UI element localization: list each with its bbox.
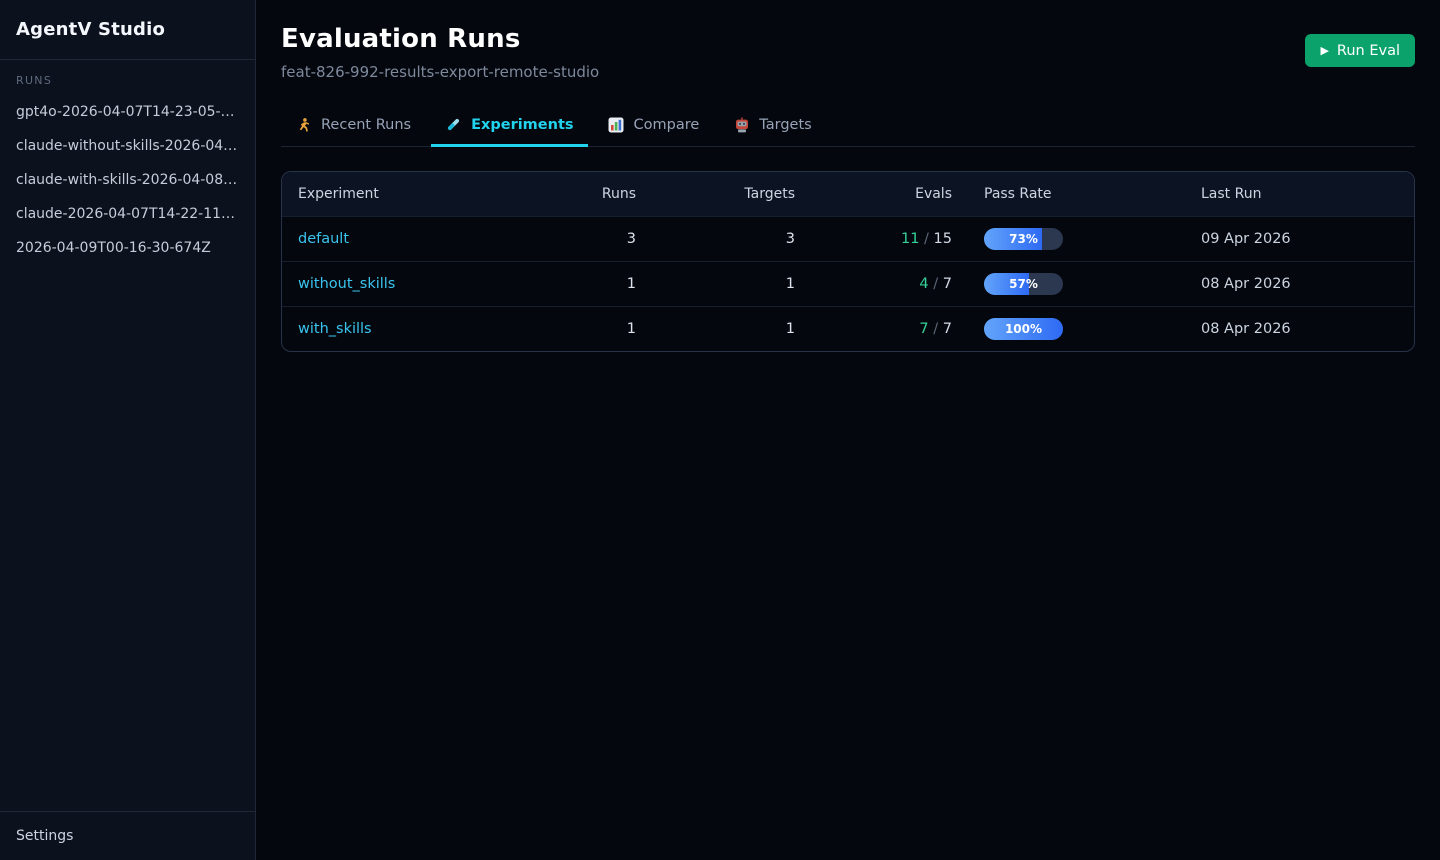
table-row: with_skills 1 1 7 / 7 100% 08 Apr 2026 <box>282 306 1414 351</box>
pass-rate-label: 73% <box>984 228 1063 250</box>
column-header-pass-rate: Pass Rate <box>952 186 1201 202</box>
pass-rate-label: 57% <box>984 273 1063 295</box>
column-header-experiment: Experiment <box>282 186 516 202</box>
tab-recent-runs[interactable]: Recent Runs <box>281 107 425 147</box>
pass-rate-pill: 73% <box>984 228 1063 250</box>
column-header-last-run: Last Run <box>1201 186 1414 202</box>
last-run-value: 08 Apr 2026 <box>1201 276 1414 292</box>
page-title: Evaluation Runs <box>281 24 599 54</box>
evals-value: 11 / 15 <box>795 231 952 247</box>
tab-targets[interactable]: Targets <box>719 107 825 147</box>
evals-value: 7 / 7 <box>795 321 952 337</box>
tab-bar: Recent Runs Experiments Compare Targets <box>281 107 1415 147</box>
experiments-table: Experiment Runs Targets Evals Pass Rate … <box>281 171 1415 352</box>
targets-value: 1 <box>636 321 795 337</box>
main-content: Evaluation Runs feat-826-992-results-exp… <box>256 0 1440 860</box>
last-run-value: 08 Apr 2026 <box>1201 321 1414 337</box>
run-item-label: gpt4o-2026-04-07T14-23-05-… <box>16 104 235 120</box>
tab-label: Experiments <box>471 117 573 133</box>
table-row: without_skills 1 1 4 / 7 57% 08 Apr 2026 <box>282 261 1414 306</box>
targets-value: 3 <box>636 231 795 247</box>
run-item-label: 2026-04-09T00-16-30-674Z <box>16 240 211 256</box>
pass-rate-pill: 100% <box>984 318 1063 340</box>
test-tube-icon <box>445 116 462 133</box>
play-icon: ▶ <box>1320 45 1328 56</box>
runs-value: 1 <box>516 321 636 337</box>
tab-compare[interactable]: Compare <box>594 107 714 147</box>
run-eval-label: Run Eval <box>1337 43 1400 59</box>
sidebar-header: AgentV Studio <box>0 0 255 60</box>
sidebar: AgentV Studio RUNS gpt4o-2026-04-07T14-2… <box>0 0 256 860</box>
app-title: AgentV Studio <box>16 19 165 40</box>
runs-value: 3 <box>516 231 636 247</box>
page-header: Evaluation Runs feat-826-992-results-exp… <box>281 24 1415 81</box>
table-body: default 3 3 11 / 15 73% 09 Apr 2026 with… <box>282 216 1414 351</box>
column-header-evals: Evals <box>795 186 952 202</box>
sidebar-run-item[interactable]: claude-with-skills-2026-04-08… <box>0 163 255 197</box>
column-header-runs: Runs <box>516 186 636 202</box>
table-row: default 3 3 11 / 15 73% 09 Apr 2026 <box>282 216 1414 261</box>
evals-total-count: 15 <box>934 231 952 247</box>
experiment-link[interactable]: with_skills <box>298 321 372 337</box>
settings-link[interactable]: Settings <box>16 828 73 844</box>
column-header-targets: Targets <box>636 186 795 202</box>
evals-pass-count: 7 <box>919 321 928 337</box>
evals-value: 4 / 7 <box>795 276 952 292</box>
run-item-label: claude-with-skills-2026-04-08… <box>16 172 237 188</box>
evals-total-count: 7 <box>943 276 952 292</box>
evals-separator: / <box>933 321 943 337</box>
runs-section: RUNS gpt4o-2026-04-07T14-23-05-… claude-… <box>0 70 255 811</box>
page-subtitle: feat-826-992-results-export-remote-studi… <box>281 63 599 81</box>
sidebar-footer: Settings <box>0 811 255 860</box>
pass-rate-pill: 57% <box>984 273 1063 295</box>
tab-label: Targets <box>759 117 811 133</box>
evals-pass-count: 4 <box>919 276 928 292</box>
last-run-value: 09 Apr 2026 <box>1201 231 1414 247</box>
evals-total-count: 7 <box>943 321 952 337</box>
runs-value: 1 <box>516 276 636 292</box>
tab-experiments[interactable]: Experiments <box>431 107 587 147</box>
robot-icon <box>733 116 750 133</box>
sidebar-run-item[interactable]: claude-2026-04-07T14-22-11… <box>0 197 255 231</box>
evals-separator: / <box>933 276 943 292</box>
bar-chart-icon <box>608 116 625 133</box>
sidebar-run-item[interactable]: gpt4o-2026-04-07T14-23-05-… <box>0 95 255 129</box>
sidebar-run-item[interactable]: claude-without-skills-2026-04… <box>0 129 255 163</box>
tab-label: Compare <box>634 117 700 133</box>
experiment-link[interactable]: without_skills <box>298 276 395 292</box>
evals-pass-count: 11 <box>901 231 919 247</box>
sidebar-run-item[interactable]: 2026-04-09T00-16-30-674Z <box>0 231 255 265</box>
runner-icon <box>295 116 312 133</box>
tab-label: Recent Runs <box>321 117 411 133</box>
run-eval-button[interactable]: ▶ Run Eval <box>1305 34 1415 67</box>
table-header-row: Experiment Runs Targets Evals Pass Rate … <box>282 172 1414 216</box>
experiment-link[interactable]: default <box>298 231 349 247</box>
run-list: gpt4o-2026-04-07T14-23-05-… claude-witho… <box>0 95 255 265</box>
run-item-label: claude-without-skills-2026-04… <box>16 138 237 154</box>
pass-rate-label: 100% <box>984 318 1063 340</box>
evals-separator: / <box>924 231 934 247</box>
run-item-label: claude-2026-04-07T14-22-11… <box>16 206 235 222</box>
targets-value: 1 <box>636 276 795 292</box>
runs-section-label: RUNS <box>0 70 255 95</box>
